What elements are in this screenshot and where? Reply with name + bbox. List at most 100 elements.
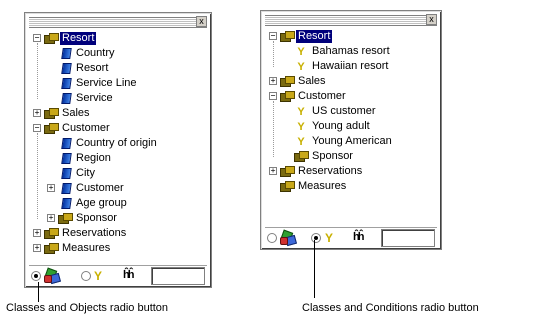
binoculars-icon[interactable]: ĥĥ — [353, 231, 365, 243]
tree-item[interactable]: − Customer — [29, 121, 207, 136]
object-icon — [58, 183, 72, 194]
collapse-icon[interactable]: − — [33, 124, 41, 132]
classes-objects-icon — [44, 267, 61, 285]
tree-item[interactable]: + Sponsor — [29, 211, 207, 226]
classes-conditions-tree: − Resort Y Bahamas resort Y Hawaiian resort + S… — [265, 29, 437, 194]
tree-item[interactable]: + Measures — [29, 241, 207, 256]
tree-item[interactable]: + Customer — [29, 181, 207, 196]
expand-icon[interactable]: + — [269, 167, 277, 175]
tree-item-label: Country of origin — [76, 137, 157, 149]
object-icon — [58, 63, 72, 74]
tree-item-label: Sales — [298, 75, 326, 87]
expand-icon[interactable]: + — [33, 229, 41, 237]
object-icon — [58, 78, 72, 89]
classes-objects-icon — [280, 229, 297, 247]
tree-connector — [273, 41, 274, 67]
tree-item-label: Resort — [296, 30, 333, 43]
tree-item-label: Resort — [60, 32, 97, 45]
tree-item[interactable]: Sponsor — [265, 149, 437, 164]
close-button[interactable]: x — [196, 16, 207, 27]
tree-item-label: Country — [76, 47, 115, 59]
tree-item-label: Bahamas resort — [312, 45, 390, 57]
tree-item[interactable]: Y Bahamas resort — [265, 44, 437, 59]
tree-item[interactable]: + Reservations — [29, 226, 207, 241]
tree-item[interactable]: + Sales — [265, 74, 437, 89]
classes-objects-tree: − Resort Country Resort Service Line Service +… — [29, 31, 207, 256]
tree-item[interactable]: Y Hawaiian resort — [265, 59, 437, 74]
tree-item-label: Region — [76, 152, 111, 164]
class-folder-icon — [294, 151, 309, 162]
object-icon — [58, 168, 72, 179]
tree-item[interactable]: Region — [29, 151, 207, 166]
classes-conditions-radio-button[interactable] — [81, 271, 91, 281]
pane-grip-bar[interactable]: x — [265, 14, 437, 26]
tree-item-label: Sponsor — [312, 150, 353, 162]
tree-item[interactable]: Service — [29, 91, 207, 106]
tree-item[interactable]: Age group — [29, 196, 207, 211]
tree-item[interactable]: + Sales — [29, 106, 207, 121]
tree-item[interactable]: City — [29, 166, 207, 181]
class-folder-icon — [280, 31, 295, 42]
expand-icon[interactable]: + — [33, 109, 41, 117]
tree-item[interactable]: Y Young American — [265, 134, 437, 149]
class-folder-icon — [44, 123, 59, 134]
tree-item-label: Customer — [298, 90, 346, 102]
pointer-line-left — [38, 282, 39, 302]
view-mode-bar: Y ĥĥ — [265, 227, 437, 250]
tree-connector — [37, 133, 38, 219]
tree-item[interactable]: − Customer — [265, 89, 437, 104]
tree-item[interactable]: Measures — [265, 179, 437, 194]
collapse-icon[interactable]: − — [33, 34, 41, 42]
expand-icon[interactable]: + — [47, 214, 55, 222]
filter-icon: Y — [297, 61, 305, 73]
filter-icon: Y — [297, 136, 305, 148]
tree-connector — [273, 101, 274, 157]
filter-icon: Y — [297, 46, 305, 58]
tree-item[interactable]: − Resort — [265, 29, 437, 44]
class-folder-icon — [280, 91, 295, 102]
view-mode-bar: Y ĥĥ — [29, 265, 207, 288]
tree-item[interactable]: Country — [29, 46, 207, 61]
right-universe-pane: x − Resort Y Bahamas resort Y Hawaiian resort… — [260, 10, 442, 250]
binoculars-icon[interactable]: ĥĥ — [123, 269, 135, 281]
class-folder-icon — [280, 181, 295, 192]
left-universe-pane: x − Resort Country Resort Service Line Servic… — [24, 12, 212, 288]
collapse-icon[interactable]: − — [269, 32, 277, 40]
filter-icon: Y — [325, 231, 334, 245]
caption-classes-conditions: Classes and Conditions radio button — [302, 302, 479, 314]
search-input[interactable] — [151, 267, 205, 285]
tree-item[interactable]: − Resort — [29, 31, 207, 46]
classes-objects-radio-button[interactable] — [267, 233, 277, 243]
class-folder-icon — [44, 108, 59, 119]
tree-item-label: Age group — [76, 197, 127, 209]
collapse-icon[interactable]: − — [269, 92, 277, 100]
tree-item[interactable]: Service Line — [29, 76, 207, 91]
object-icon — [58, 138, 72, 149]
object-icon — [58, 48, 72, 59]
tree-item-label: Measures — [298, 180, 347, 192]
expand-icon[interactable]: + — [47, 184, 55, 192]
close-button[interactable]: x — [426, 14, 437, 25]
classes-objects-radio-button[interactable] — [31, 271, 41, 281]
filter-icon: Y — [94, 269, 103, 283]
search-input[interactable] — [381, 229, 435, 247]
tree-item[interactable]: Country of origin — [29, 136, 207, 151]
expand-icon[interactable]: + — [33, 244, 41, 252]
tree-item-label: Young American — [312, 135, 392, 147]
object-icon — [58, 198, 72, 209]
class-folder-icon — [44, 243, 59, 254]
tree-item[interactable]: Resort — [29, 61, 207, 76]
classes-conditions-radio-button[interactable] — [311, 233, 321, 243]
tree-item[interactable]: Y Young adult — [265, 119, 437, 134]
tree-item[interactable]: Y US customer — [265, 104, 437, 119]
tree-item-label: Reservations — [298, 165, 363, 177]
pane-grip-bar[interactable]: x — [29, 16, 207, 28]
tree-item[interactable]: + Reservations — [265, 164, 437, 179]
tree-item-label: Customer — [62, 122, 110, 134]
tree-item-label: Resort — [76, 62, 109, 74]
expand-icon[interactable]: + — [269, 77, 277, 85]
tree-item-label: Young adult — [312, 120, 370, 132]
class-folder-icon — [44, 228, 59, 239]
tree-item-label: Customer — [76, 182, 124, 194]
class-folder-icon — [58, 213, 73, 224]
